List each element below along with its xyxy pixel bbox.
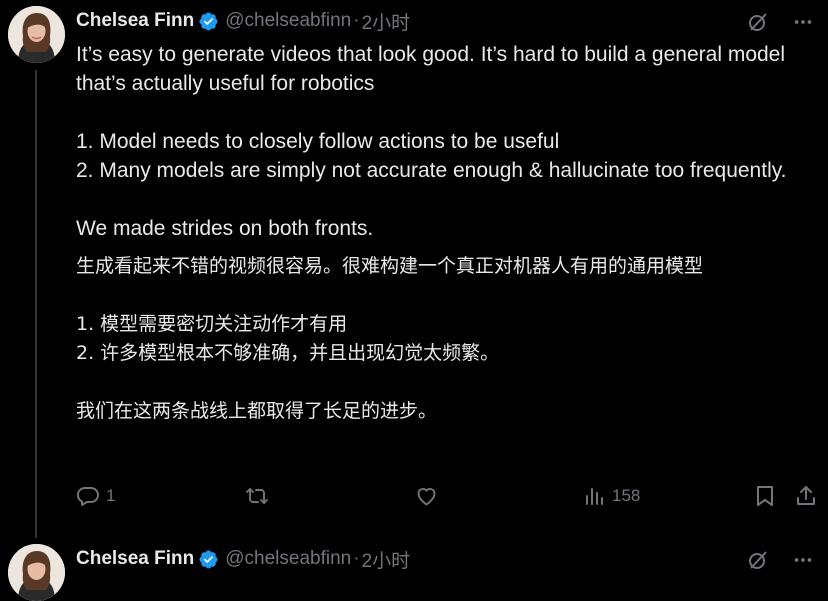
- like-icon: [414, 484, 439, 508]
- thread-line: [35, 70, 37, 538]
- grok-slash-icon[interactable]: [746, 548, 770, 572]
- like-button[interactable]: [414, 484, 439, 508]
- separator-dot: ·: [353, 548, 360, 569]
- share-button[interactable]: [794, 484, 818, 508]
- retweet-button[interactable]: [244, 484, 270, 508]
- bookmark-button[interactable]: [754, 484, 776, 508]
- retweet-icon: [244, 484, 270, 508]
- separator-dot: ·: [353, 10, 360, 31]
- grok-slash-icon[interactable]: [746, 10, 770, 34]
- tweet-body: It’s easy to generate videos that look g…: [76, 40, 816, 426]
- tweet-top-actions: [746, 10, 814, 34]
- author-handle[interactable]: @chelseabfinn: [225, 10, 351, 32]
- tweet-text-translation: 生成看起来不错的视频很容易。很难构建一个真正对机器人有用的通用模型 1. 模型需…: [76, 255, 704, 422]
- reply-count: 1: [106, 486, 116, 505]
- avatar[interactable]: [8, 6, 65, 63]
- views-button[interactable]: 158: [584, 484, 640, 508]
- author-name[interactable]: Chelsea Finn: [76, 548, 194, 570]
- reply-icon: [76, 484, 100, 508]
- tweet[interactable]: Chelsea Finn @chelseabfinn · 2小时 It’s ea…: [0, 0, 828, 540]
- tweet-action-bar: 1 158: [76, 484, 820, 512]
- tweet-text-english: It’s easy to generate videos that look g…: [76, 43, 787, 240]
- views-count: 158: [612, 486, 641, 505]
- views-icon: [584, 484, 606, 508]
- avatar[interactable]: [8, 544, 65, 601]
- avatar-image: [8, 6, 65, 63]
- share-icon: [794, 484, 818, 508]
- verified-badge-icon: [198, 11, 219, 32]
- more-icon[interactable]: [792, 11, 814, 33]
- reply-button[interactable]: 1: [76, 484, 115, 508]
- bookmark-icon: [754, 484, 776, 508]
- tweet-header: Chelsea Finn @chelseabfinn · 2小时: [76, 8, 410, 34]
- more-icon[interactable]: [792, 549, 814, 571]
- tweet-top-actions: [746, 548, 814, 572]
- author-name[interactable]: Chelsea Finn: [76, 10, 194, 32]
- timestamp[interactable]: 2小时: [362, 546, 411, 573]
- tweet-header: Chelsea Finn @chelseabfinn · 2小时: [76, 546, 410, 572]
- tweet[interactable]: Chelsea Finn @chelseabfinn · 2小时: [0, 540, 828, 601]
- author-handle[interactable]: @chelseabfinn: [225, 548, 351, 570]
- timestamp[interactable]: 2小时: [362, 8, 411, 35]
- verified-badge-icon: [198, 549, 219, 570]
- avatar-image: [8, 544, 65, 601]
